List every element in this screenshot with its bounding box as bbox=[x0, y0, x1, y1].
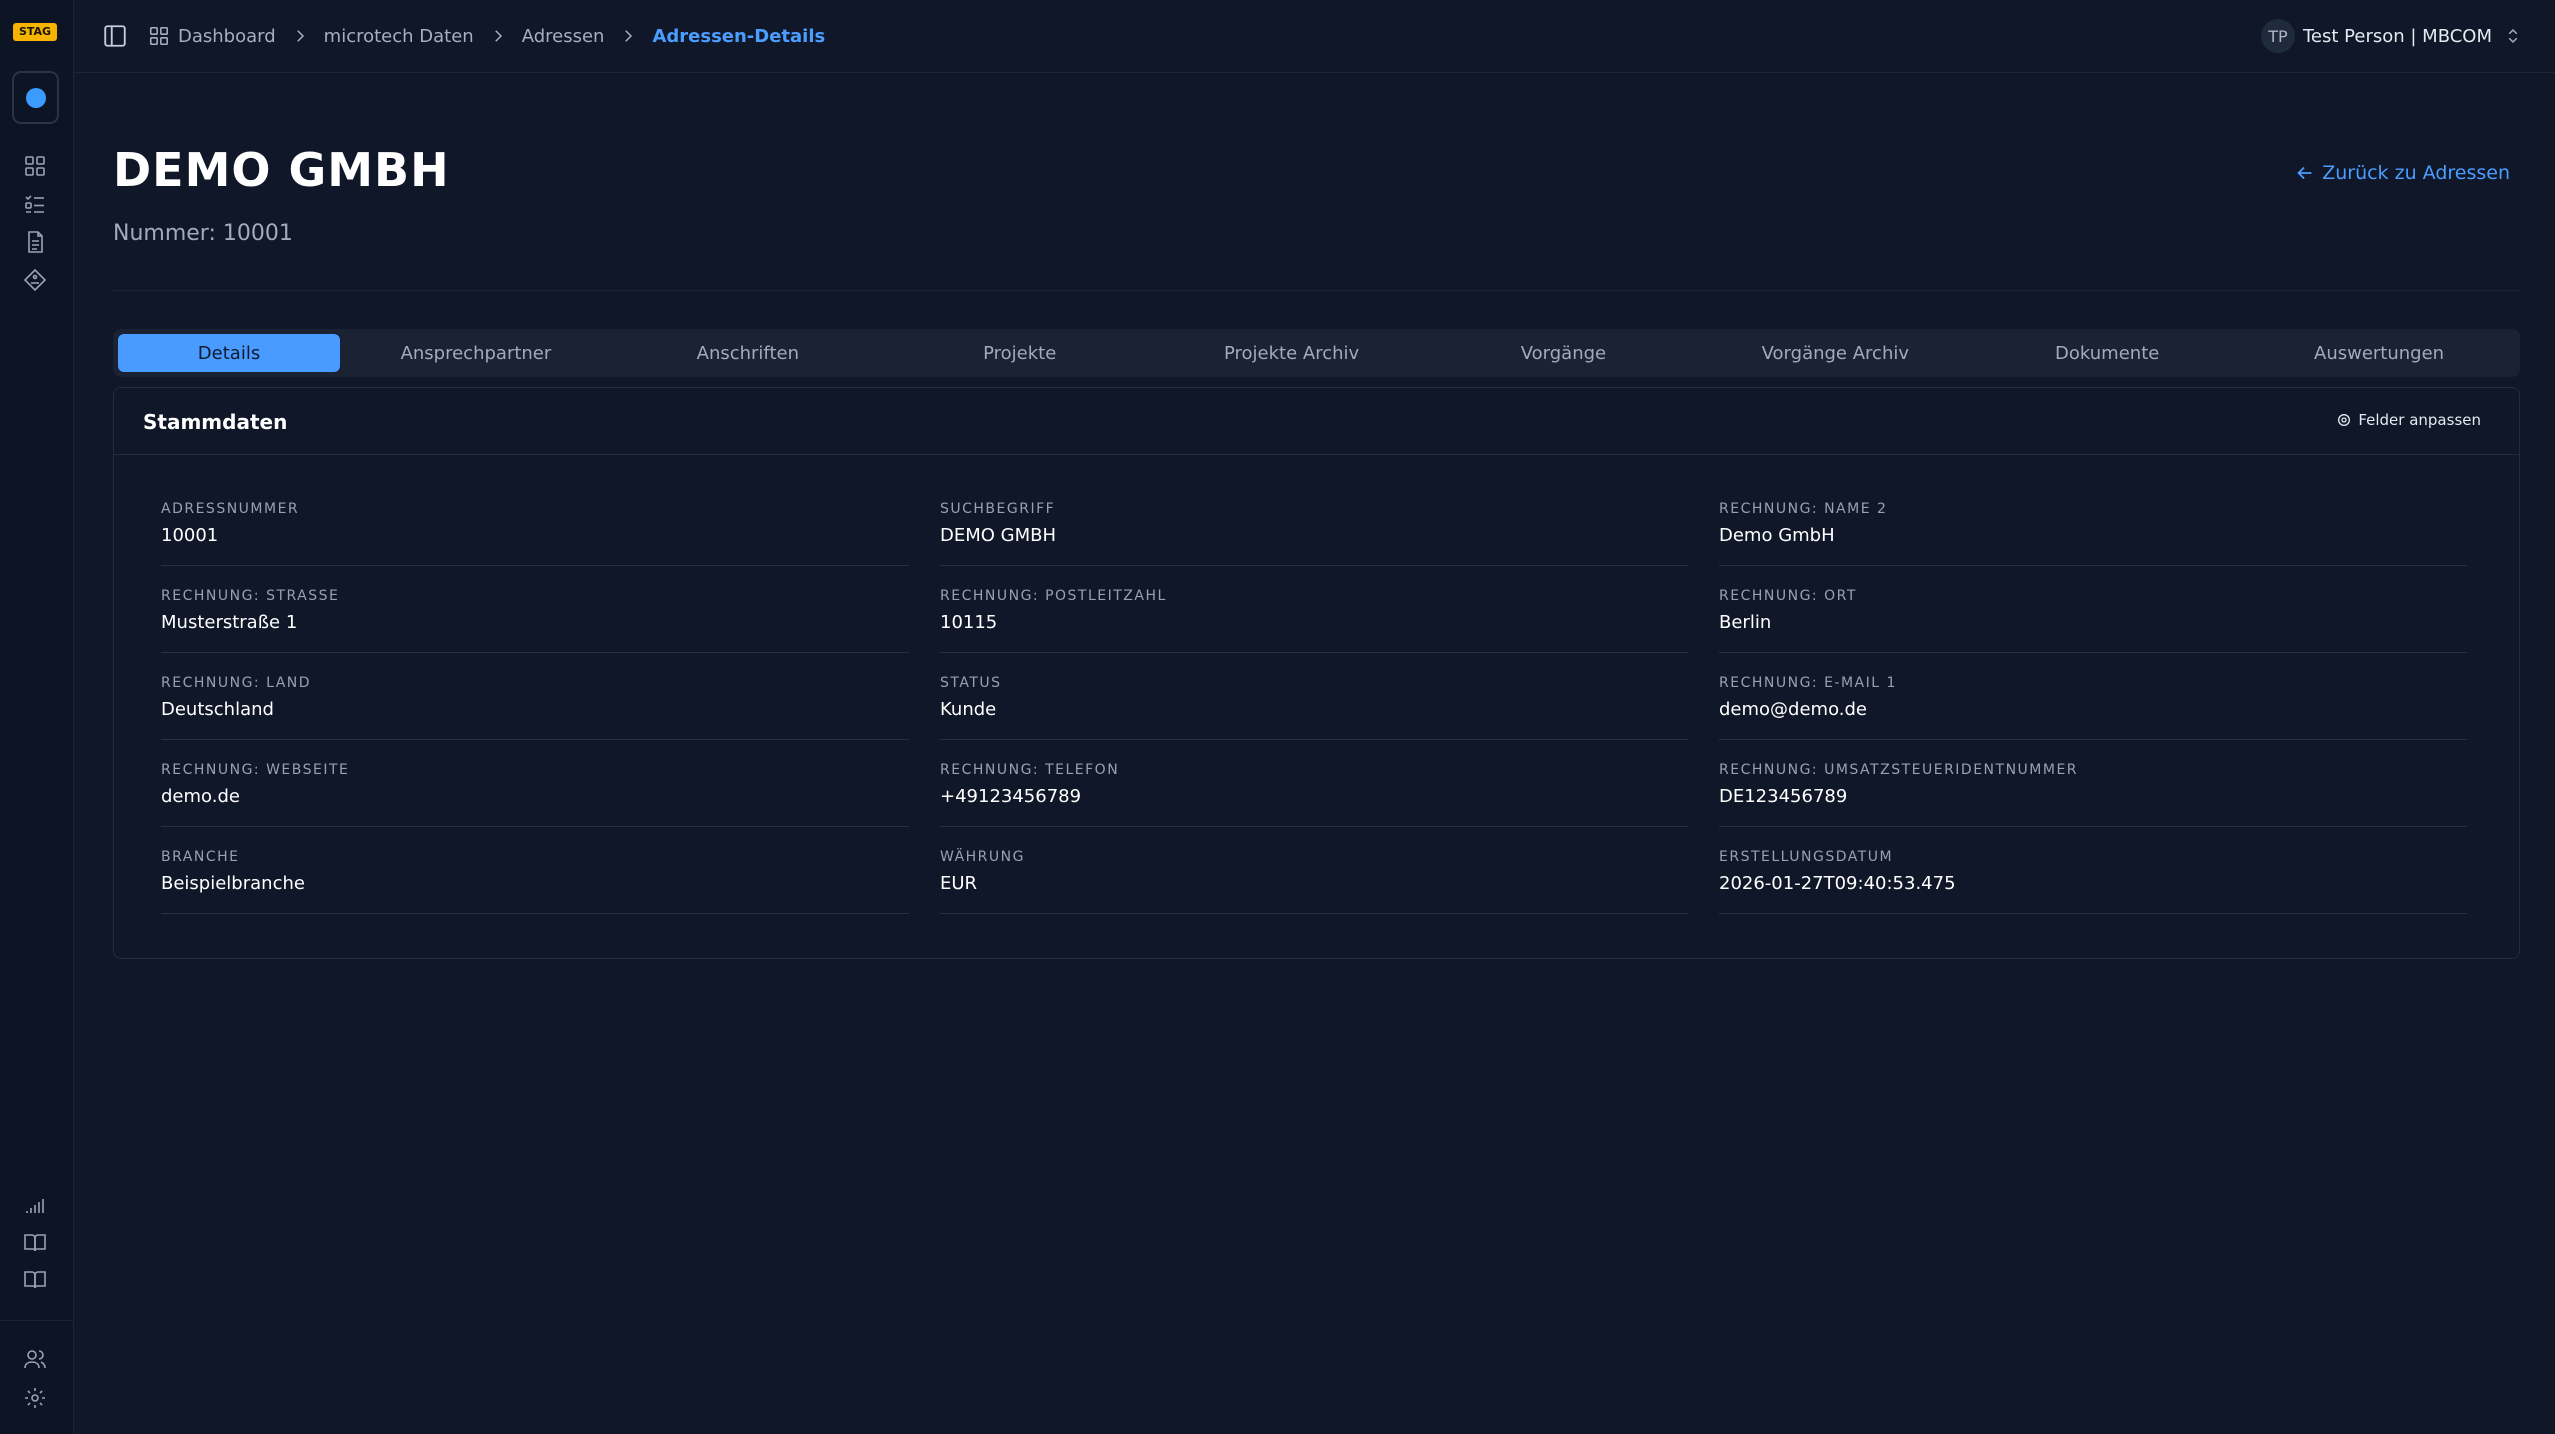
field-erstellungsdatum: ERSTELLUNGSDATUM 2026-01-27T09:40:53.475 bbox=[1719, 849, 2467, 914]
page-title: DEMO GMBH bbox=[113, 143, 450, 197]
avatar: TP bbox=[2261, 19, 2295, 53]
field-label: RECHNUNG: ORT bbox=[1719, 588, 1857, 604]
field-label: ADRESSNUMMER bbox=[161, 501, 300, 517]
tab-vorgaenge[interactable]: Vorgänge bbox=[1428, 334, 1700, 372]
field-adressnummer: ADRESSNUMMER 10001 bbox=[161, 501, 909, 566]
top-bar: Dashboard microtech Daten Adressen Adres… bbox=[74, 0, 2555, 73]
user-menu[interactable]: TP Test Person | MBCOM bbox=[2261, 18, 2522, 54]
signal-icon[interactable] bbox=[23, 1193, 47, 1217]
tab-anschriften[interactable]: Anschriften bbox=[612, 334, 884, 372]
sidebar-divider bbox=[0, 1320, 73, 1321]
field-telefon: RECHNUNG: TELEFON +49123456789 bbox=[940, 762, 1688, 827]
page-subtitle: Nummer: 10001 bbox=[113, 221, 293, 246]
breadcrumb-dashboard[interactable]: Dashboard bbox=[148, 25, 276, 47]
field-value: 10001 bbox=[161, 525, 219, 546]
user-label: Test Person | MBCOM bbox=[2303, 25, 2492, 47]
chevron-up-down-icon bbox=[2508, 28, 2518, 44]
card-header: Stammdaten Felder anpassen bbox=[114, 388, 2519, 455]
back-to-adressen-link[interactable]: Zurück zu Adressen bbox=[2294, 162, 2510, 184]
sidebar-toggle-icon[interactable] bbox=[102, 23, 128, 49]
field-label: RECHNUNG: POSTLEITZAHL bbox=[940, 588, 1167, 604]
list-check-icon[interactable] bbox=[23, 192, 47, 216]
field-label: RECHNUNG: TELEFON bbox=[940, 762, 1120, 778]
chevron-right-icon bbox=[619, 27, 637, 45]
field-value: Deutschland bbox=[161, 699, 274, 720]
field-label: RECHNUNG: WEBSEITE bbox=[161, 762, 350, 778]
field-grid: ADRESSNUMMER 10001 SUCHBEGRIFF DEMO GMBH R… bbox=[161, 501, 2467, 914]
tab-vorgaenge-archiv[interactable]: Vorgänge Archiv bbox=[1699, 334, 1971, 372]
tab-projekte[interactable]: Projekte bbox=[884, 334, 1156, 372]
logo-dot-icon bbox=[25, 87, 46, 108]
field-value: +49123456789 bbox=[940, 786, 1082, 807]
tab-auswertungen[interactable]: Auswertungen bbox=[2243, 334, 2515, 372]
field-label: STATUS bbox=[940, 675, 1002, 691]
field-value: 2026-01-27T09:40:53.475 bbox=[1719, 873, 1956, 894]
field-label: RECHNUNG: STRASSE bbox=[161, 588, 340, 604]
field-label: BRANCHE bbox=[161, 849, 240, 865]
dashboard-icon[interactable] bbox=[23, 154, 47, 178]
field-label: RECHNUNG: NAME 2 bbox=[1719, 501, 1888, 517]
field-postleitzahl: RECHNUNG: POSTLEITZAHL 10115 bbox=[940, 588, 1688, 653]
field-label: RECHNUNG: UMSATZSTEUERIDENTNUMMER bbox=[1719, 762, 2079, 778]
field-branche: BRANCHE Beispielbranche bbox=[161, 849, 909, 914]
field-value: demo@demo.de bbox=[1719, 699, 1867, 720]
field-value: demo.de bbox=[161, 786, 240, 807]
tab-dokumente[interactable]: Dokumente bbox=[1971, 334, 2243, 372]
field-value: Berlin bbox=[1719, 612, 1772, 633]
card-title: Stammdaten bbox=[143, 410, 288, 434]
field-value: Kunde bbox=[940, 699, 997, 720]
field-value: EUR bbox=[940, 873, 978, 894]
field-value: DEMO GMBH bbox=[940, 525, 1057, 546]
breadcrumb: Dashboard microtech Daten Adressen Adres… bbox=[148, 22, 825, 50]
stammdaten-card: Stammdaten Felder anpassen ADRESSNUMMER 1… bbox=[113, 387, 2520, 959]
document-icon[interactable] bbox=[23, 230, 47, 254]
field-label: RECHNUNG: E-MAIL 1 bbox=[1719, 675, 1897, 691]
field-value: 10115 bbox=[940, 612, 998, 633]
users-icon[interactable] bbox=[23, 1347, 47, 1371]
chevron-right-icon bbox=[489, 27, 507, 45]
field-ust-id: RECHNUNG: UMSATZSTEUERIDENTNUMMER DE12345… bbox=[1719, 762, 2467, 827]
field-label: RECHNUNG: LAND bbox=[161, 675, 312, 691]
back-link-label: Zurück zu Adressen bbox=[2322, 162, 2510, 184]
book-open-icon[interactable] bbox=[23, 1230, 47, 1254]
field-waehrung: WÄHRUNG EUR bbox=[940, 849, 1688, 914]
field-email: RECHNUNG: E-MAIL 1 demo@demo.de bbox=[1719, 675, 2467, 740]
field-suchbegriff: SUCHBEGRIFF DEMO GMBH bbox=[940, 501, 1688, 566]
tab-details[interactable]: Details bbox=[118, 334, 340, 372]
book-icon[interactable] bbox=[23, 1267, 47, 1291]
tab-ansprechpartner[interactable]: Ansprechpartner bbox=[340, 334, 612, 372]
field-name-2: RECHNUNG: NAME 2 Demo GmbH bbox=[1719, 501, 2467, 566]
tab-bar: Details Ansprechpartner Anschriften Proj… bbox=[113, 329, 2520, 377]
app-logo-button[interactable] bbox=[12, 71, 59, 124]
field-value: Beispielbranche bbox=[161, 873, 305, 894]
diamond-tag-icon[interactable] bbox=[23, 268, 47, 292]
field-land: RECHNUNG: LAND Deutschland bbox=[161, 675, 909, 740]
field-status: STATUS Kunde bbox=[940, 675, 1688, 740]
customize-fields-button[interactable]: Felder anpassen bbox=[2336, 411, 2481, 429]
field-value: DE123456789 bbox=[1719, 786, 1848, 807]
sidebar: STAG bbox=[0, 0, 74, 1434]
field-value: Musterstraße 1 bbox=[161, 612, 298, 633]
header-divider bbox=[113, 290, 2520, 291]
field-label: ERSTELLUNGSDATUM bbox=[1719, 849, 1894, 865]
field-strasse: RECHNUNG: STRASSE Musterstraße 1 bbox=[161, 588, 909, 653]
field-label: WÄHRUNG bbox=[940, 849, 1025, 865]
field-label: SUCHBEGRIFF bbox=[940, 501, 1056, 517]
field-webseite: RECHNUNG: WEBSEITE demo.de bbox=[161, 762, 909, 827]
field-value: Demo GmbH bbox=[1719, 525, 1835, 546]
chevron-right-icon bbox=[291, 27, 309, 45]
gear-icon bbox=[2338, 414, 2351, 426]
environment-badge: STAG bbox=[13, 23, 57, 41]
breadcrumb-current: Adressen-Details bbox=[652, 25, 826, 47]
breadcrumb-dashboard-label: Dashboard bbox=[178, 25, 276, 47]
tab-projekte-archiv[interactable]: Projekte Archiv bbox=[1156, 334, 1428, 372]
customize-fields-label: Felder anpassen bbox=[2358, 411, 2481, 429]
breadcrumb-adressen[interactable]: Adressen bbox=[522, 26, 605, 47]
dashboard-icon bbox=[149, 26, 169, 46]
breadcrumb-microtech-daten[interactable]: microtech Daten bbox=[324, 26, 474, 47]
arrow-left-icon bbox=[2297, 166, 2312, 180]
gear-icon[interactable] bbox=[23, 1386, 47, 1410]
field-ort: RECHNUNG: ORT Berlin bbox=[1719, 588, 2467, 653]
